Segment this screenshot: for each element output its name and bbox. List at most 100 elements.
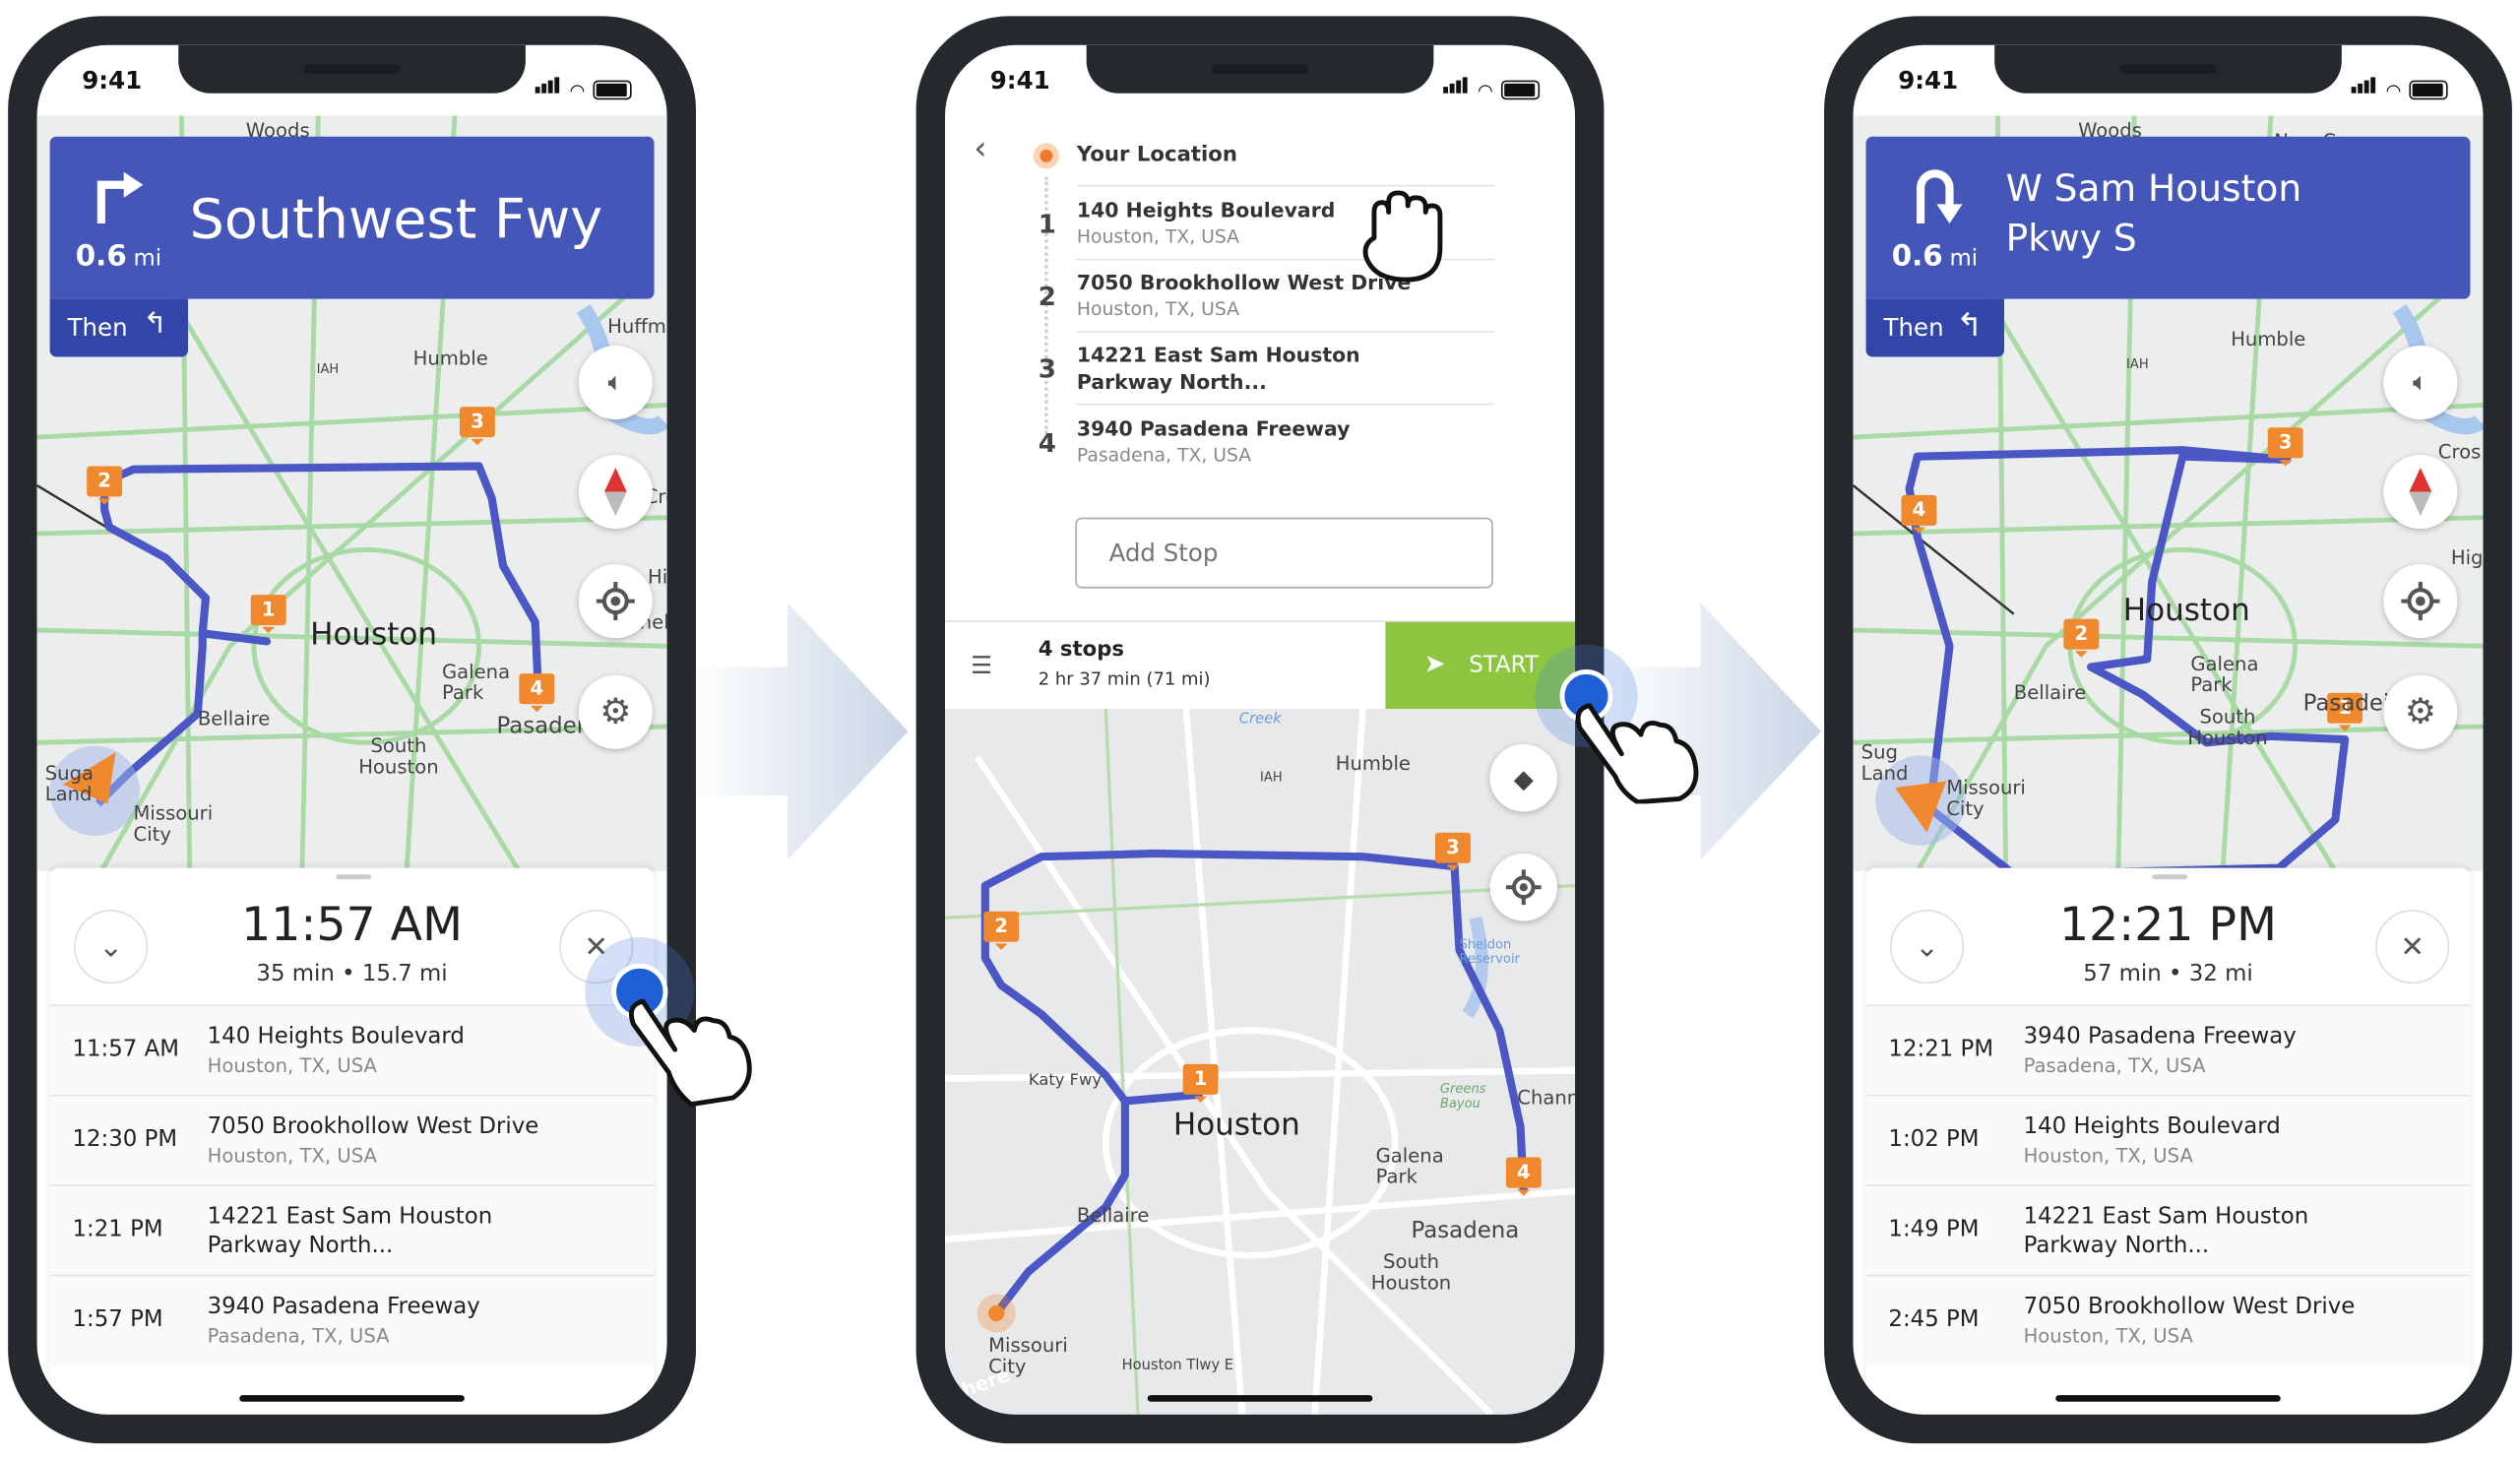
end-navigation-button[interactable]: ✕ [2375,910,2450,984]
drag-handle[interactable] [2152,874,2188,880]
close-icon: ✕ [2400,929,2426,964]
add-stop-input[interactable] [1075,517,1493,589]
stop-marker[interactable]: 2 [983,911,1020,950]
stop-marker[interactable]: 2 [2063,618,2100,658]
home-indicator [1147,1395,1373,1402]
list-item[interactable]: 2:45 PM 7050 Brookhollow West Drive Housto… [1865,1274,2471,1366]
recenter-button[interactable] [1489,853,1558,921]
stop-marker[interactable]: 4 [1505,1157,1542,1196]
map-label: Katy Fwy [1028,1072,1102,1090]
map-label: Galena Park [1375,1144,1444,1188]
stop-marker[interactable]: 3 [2267,427,2303,467]
stop-marker[interactable]: 2 [87,466,123,505]
stop-city: Parkway North... [1076,369,1267,395]
list-item[interactable]: 1:57 PM 3940 Pasadena Freeway Pasadena, TX… [49,1274,655,1366]
stage: 1 2 3 4 Woods Huffma Humble IAH Cros Hig… [0,0,2520,1459]
map-label: Humble [1335,752,1411,775]
speaker-icon: 🔈︎ [2412,366,2428,398]
settings-button[interactable]: ⚙ [578,674,653,749]
stop-time: 1:21 PM [72,1216,163,1243]
map-label: Humble [412,347,488,370]
battery-icon [2409,80,2448,100]
stops-count: 4 stops [1038,638,1125,663]
sound-button[interactable]: 🔈︎ [578,346,653,420]
stop-marker[interactable]: 4 [519,673,555,713]
then-label: Then [1883,313,1944,343]
map-label: Houston Tlwy E [1121,1358,1234,1374]
home-indicator [2055,1395,2281,1402]
maneuver-street: W Sam Houston Pkwy S [2005,168,2302,261]
stop-item[interactable]: 43940 Pasadena FreewayPasadena, TX, USA═… [1039,405,1495,476]
stop-address: 7050 Brookhollow West Drive [207,1113,539,1140]
recenter-button[interactable] [578,564,653,639]
stop-city: Houston, TX, USA [1076,297,1240,320]
list-item[interactable]: 1:02 PM 140 Heights Boulevard Houston, TX,… [1865,1094,2471,1186]
maneuver-banner: 0.6 mi Southwest Fwy [49,136,655,299]
stop-time: 1:02 PM [1888,1126,1980,1153]
recenter-button[interactable] [2383,564,2458,639]
tap-hand-cursor-icon [1535,644,1699,804]
stop-number: 3 [1038,353,1056,385]
grab-hand-cursor-icon [1362,190,1443,283]
map-label: IAH [2126,356,2149,372]
list-item[interactable]: 1:21 PM 14221 East Sam Houston Parkway Nor… [49,1184,655,1277]
stop-city: Parkway North... [2023,1233,2210,1259]
map-label: IAH [1260,770,1283,785]
back-button[interactable]: ‹ [974,129,986,167]
map-label: Bellaire [2013,681,2087,705]
stop-time: 12:30 PM [72,1126,178,1153]
stop-marker[interactable]: 4 [1901,494,1937,535]
stop-address: 14221 East Sam Houston [1076,342,1360,367]
trip-card: ⌄ 12:21 PM 57 min • 32 mi ✕ 12:21 PM 3940… [1865,867,2471,1415]
map-label: Sug Land [1860,740,1909,785]
tap-hand-cursor-icon [585,936,752,1108]
map-label: Chann [1517,1086,1576,1110]
list-item[interactable]: 12:21 PM 3940 Pasadena Freeway Pasadena, T… [1865,1004,2471,1097]
map-label: Missouri City [1946,776,2026,820]
chevron-left-icon: ‹ [974,128,987,167]
maneuver-unit: mi [1949,245,1979,272]
maneuver-banner: 0.6 mi W Sam Houston Pkwy S [1865,136,2471,299]
stop-time: 11:57 AM [72,1037,179,1063]
stop-marker[interactable]: 1 [1182,1063,1219,1104]
phone-route-planner: ‹ Your Location 1 140 Heights Boulevard Ho… [915,16,1605,1444]
list-item[interactable]: 1:49 PM 14221 East Sam Houston Parkway Nor… [1865,1184,2471,1277]
speaker-icon: 🔈︎ [607,366,624,398]
then-label: Then [67,313,128,343]
flow-arrow-1 [691,603,909,860]
map-label: Cros [2437,440,2482,464]
map-roads [945,709,1576,1415]
status-icons: ◠ [536,69,632,100]
route-options-button[interactable]: ☰ [971,651,992,679]
stop-city: Houston, TX, USA [207,1054,377,1077]
compass-button[interactable] [2383,455,2458,530]
status-time: 9:41 [1898,65,1959,95]
notch [1086,44,1434,94]
compass-button[interactable] [578,455,653,530]
list-item[interactable]: 12:30 PM 7050 Brookhollow West Drive Houst… [49,1094,655,1186]
signal-icon [1443,69,1470,99]
maneuver-distance: 0.6 [75,239,127,274]
stop-marker[interactable]: 3 [1435,832,1471,871]
map-label: Galena Park [2190,652,2259,696]
map-label: Humble [2231,328,2306,350]
wifi-icon: ◠ [1478,80,1493,101]
map-label: Creek [1238,712,1282,729]
sound-button[interactable]: 🔈︎ [2383,346,2458,420]
then-instruction: Then ↰ [49,298,189,357]
map-label: Bellaire [1076,1203,1150,1227]
map-label: South Houston [1370,1250,1452,1295]
map[interactable]: 1 2 3 4 Humble IAH Creek Katy Fwy Housto… [945,709,1576,1415]
origin-label: Your Location [1076,143,1238,167]
stop-time: 1:49 PM [1888,1216,1980,1243]
drag-handle[interactable] [336,874,372,880]
stop-time: 12:21 PM [1888,1037,1994,1063]
stop-address: 140 Heights Boulevard [207,1024,465,1050]
list-item[interactable]: 11:57 AM 140 Heights Boulevard Houston, TX… [49,1004,655,1097]
stop-marker[interactable]: 1 [250,595,286,634]
stop-item[interactable]: 314221 East Sam HoustonParkway North...═… [1039,331,1495,406]
map-label: Houston [2122,593,2250,629]
settings-button[interactable]: ⚙ [2383,674,2458,749]
locate-icon [2401,582,2440,621]
stop-marker[interactable]: 3 [459,407,495,446]
